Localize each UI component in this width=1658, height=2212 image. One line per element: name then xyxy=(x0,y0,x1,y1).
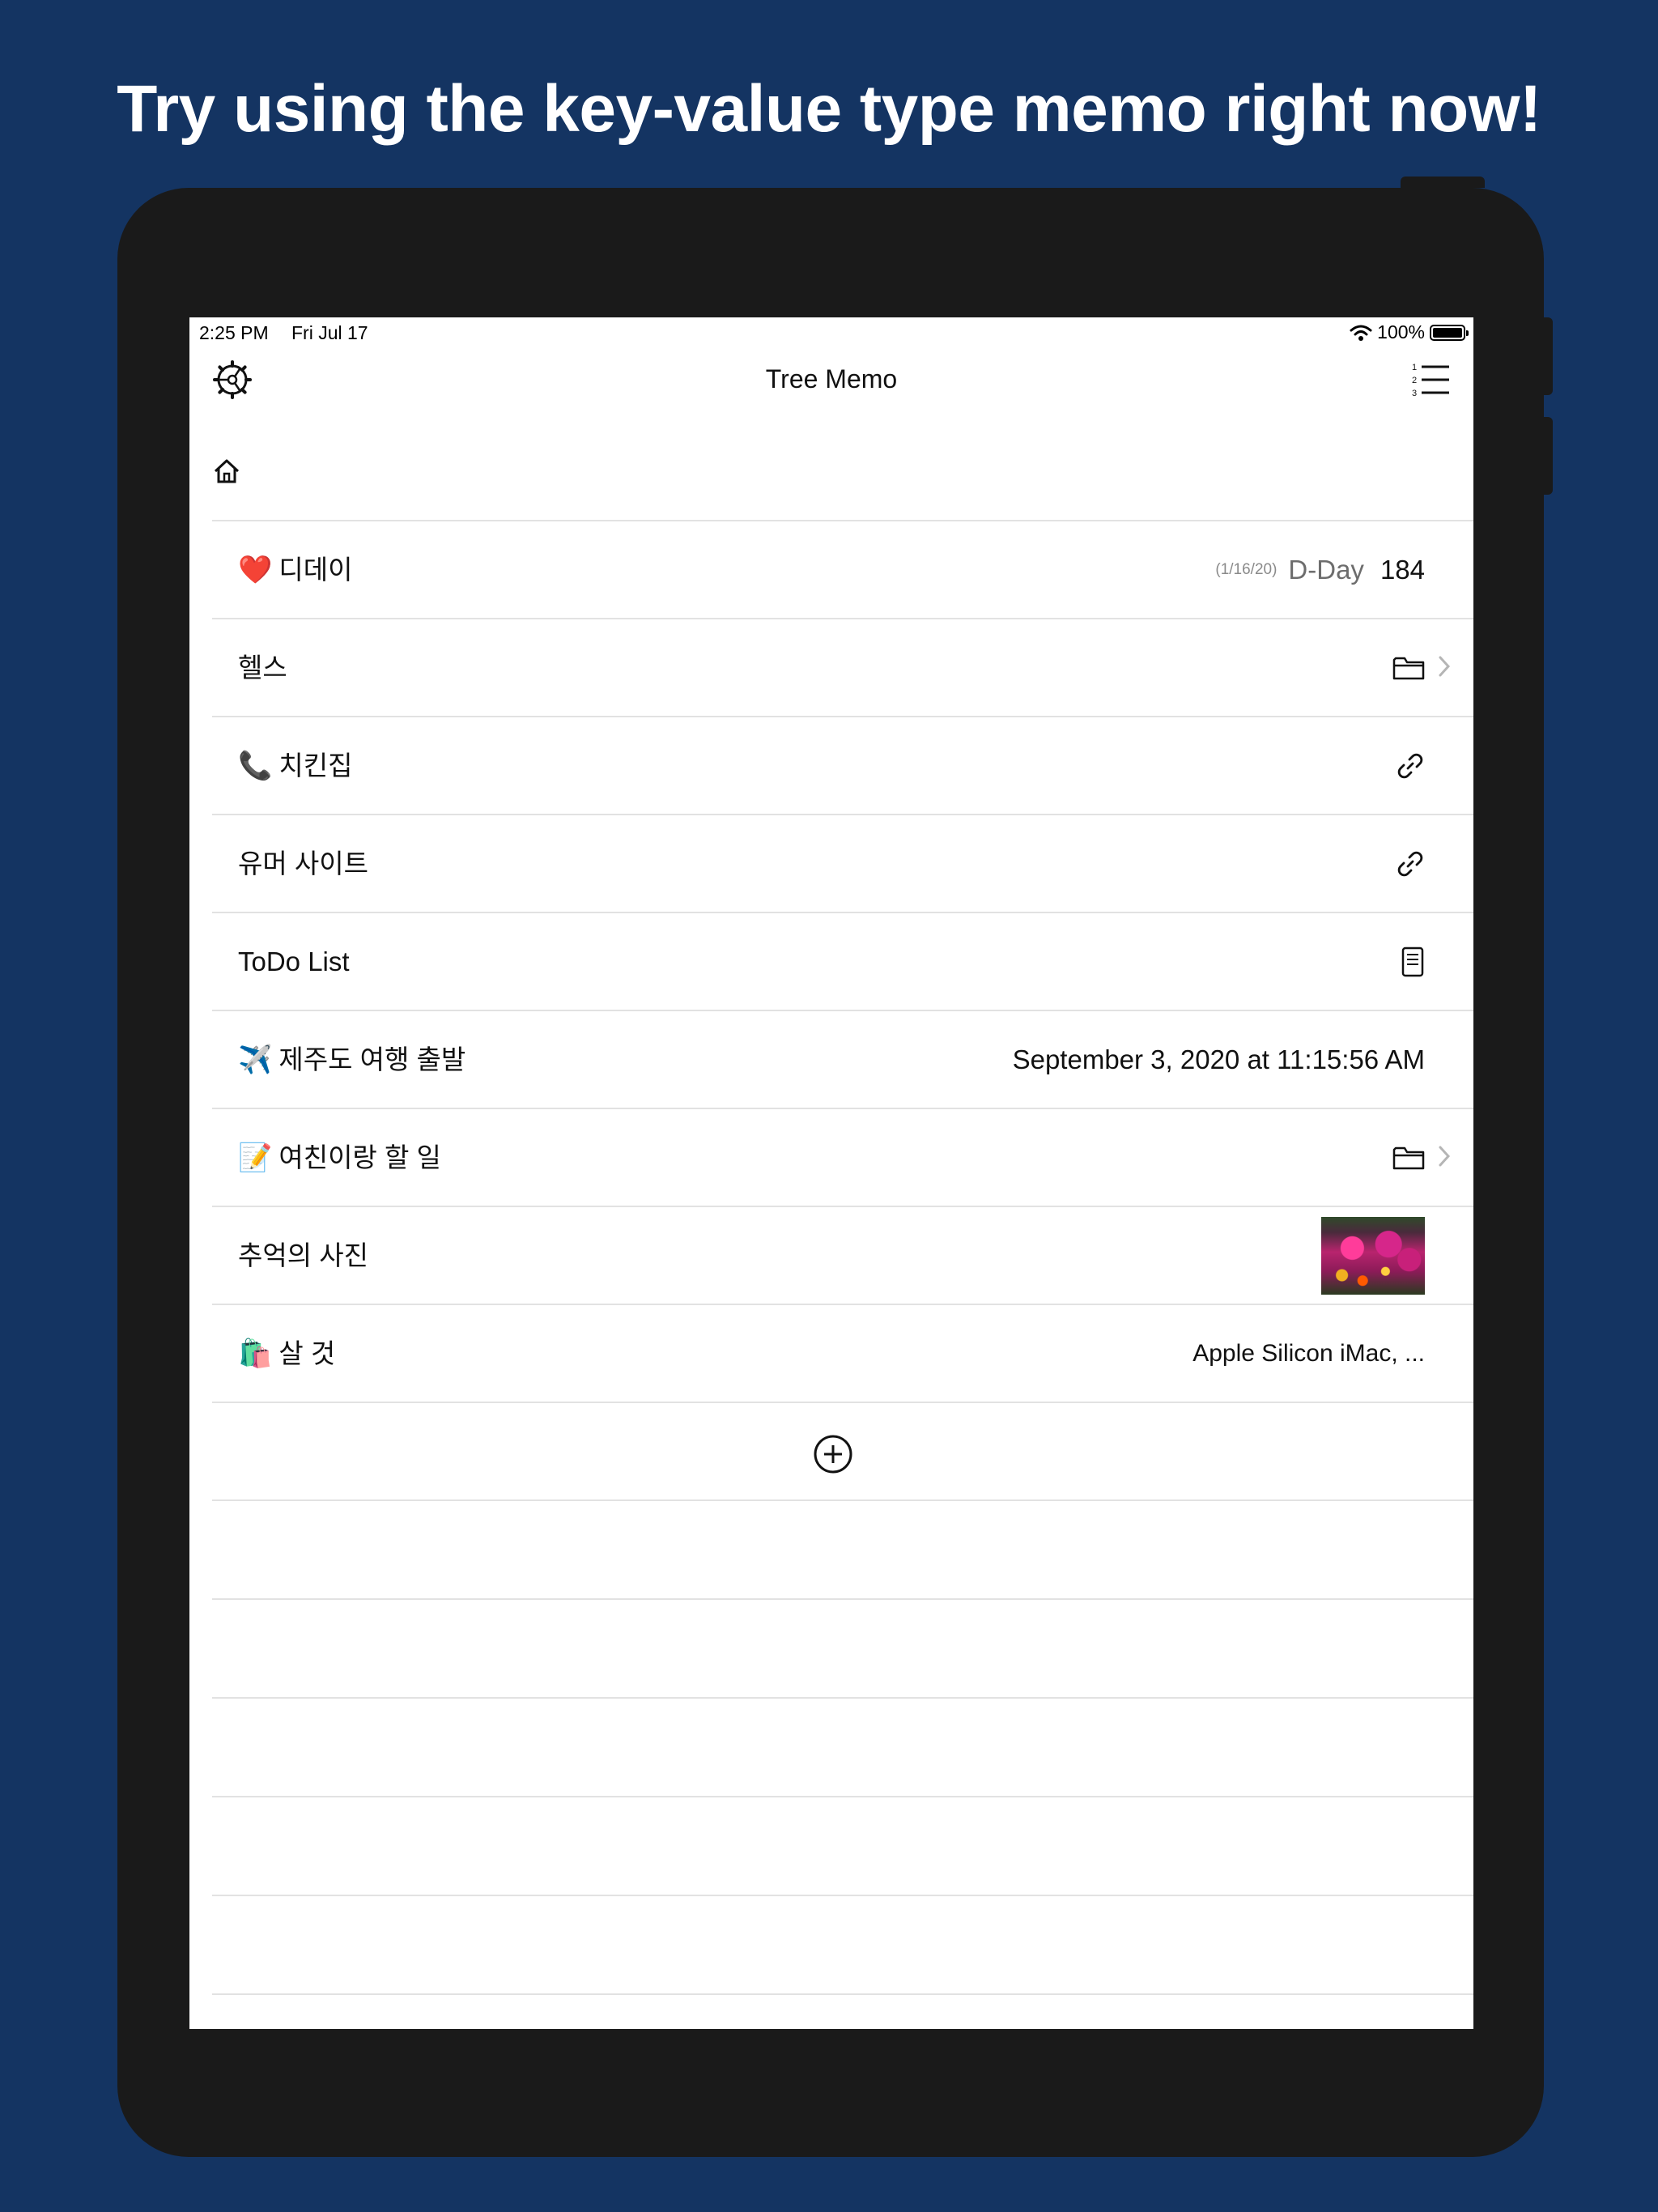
row-value: Apple Silicon iMac, ... xyxy=(1192,1339,1425,1367)
folder-icon xyxy=(1392,1146,1425,1169)
nav-title: Tree Memo xyxy=(765,364,898,393)
list-item[interactable]: ToDo List xyxy=(212,912,1473,1010)
chevron-right-icon xyxy=(1439,1146,1451,1167)
row-key: 제주도 여행 출발 xyxy=(278,1044,466,1074)
memo-emoji: 📝 xyxy=(238,1142,273,1173)
battery-icon xyxy=(1430,324,1469,341)
list-item[interactable]: 📞 치킨집 xyxy=(212,716,1473,814)
wifi-icon xyxy=(1350,325,1372,341)
row-key: 유머 사이트 xyxy=(238,849,368,878)
folder-icon xyxy=(1392,657,1425,679)
list-item[interactable]: 🛍️ 살 것 Apple Silicon iMac, ... xyxy=(212,1304,1473,1402)
row-key: 추억의 사진 xyxy=(238,1240,368,1270)
list-item[interactable]: ✈️ 제주도 여행 출발 September 3, 2020 at 11:15:5… xyxy=(212,1010,1473,1108)
empty-row xyxy=(212,1993,1473,2029)
chevron-right-icon xyxy=(1439,656,1451,677)
empty-row xyxy=(212,1499,1473,1598)
airplane-emoji: ✈️ xyxy=(238,1044,273,1075)
svg-text:2: 2 xyxy=(1412,376,1417,385)
list-item[interactable]: 📝 여친이랑 할 일 xyxy=(212,1108,1473,1206)
row-key: 여친이랑 할 일 xyxy=(278,1142,441,1172)
numbered-list-icon[interactable]: 1 2 3 xyxy=(1412,361,1451,398)
dday-value: 184 xyxy=(1380,554,1425,585)
row-key: ToDo List xyxy=(238,946,350,976)
status-bar: 2:25 PM Fri Jul 17 100% xyxy=(189,317,1473,350)
svg-text:3: 3 xyxy=(1412,389,1417,398)
shopping-bags-emoji: 🛍️ xyxy=(238,1338,273,1369)
empty-row xyxy=(212,1598,1473,1697)
promo-headline: Try using the key-value type memo right … xyxy=(117,72,1541,146)
dday-date: (1/16/20) xyxy=(1215,560,1278,578)
list-item[interactable]: 헬스 xyxy=(212,618,1473,716)
list-item[interactable]: ❤️ 디데이 (1/16/20) D-Day 184 xyxy=(212,520,1473,618)
navigation-bar: Tree Memo 1 2 3 xyxy=(189,350,1473,408)
link-icon xyxy=(1397,753,1423,778)
plus-circle-icon[interactable] xyxy=(813,1434,853,1474)
empty-row xyxy=(212,1796,1473,1895)
empty-row xyxy=(212,1697,1473,1796)
svg-text:1: 1 xyxy=(1412,363,1417,372)
empty-row xyxy=(212,1895,1473,1993)
link-icon xyxy=(1397,851,1423,876)
photo-thumbnail[interactable] xyxy=(1321,1216,1425,1295)
home-icon[interactable] xyxy=(212,457,241,486)
phone-emoji: 📞 xyxy=(238,751,273,781)
device-top-button xyxy=(1401,177,1485,188)
list-item[interactable]: 유머 사이트 xyxy=(212,814,1473,912)
row-value: September 3, 2020 at 11:15:56 AM xyxy=(1012,1044,1425,1074)
row-key: 헬스 xyxy=(238,653,287,683)
heart-emoji: ❤️ xyxy=(238,555,273,585)
dday-label: D-Day xyxy=(1288,554,1364,585)
list-item[interactable]: 추억의 사진 xyxy=(212,1206,1473,1304)
add-row xyxy=(212,1402,1473,1499)
memo-list: ❤️ 디데이 (1/16/20) D-Day 184 헬스 📞 치킨집 유머 사… xyxy=(212,520,1473,2029)
row-key: 디데이 xyxy=(278,555,353,585)
status-date: Fri Jul 17 xyxy=(291,322,368,343)
battery-percent: 100% xyxy=(1377,321,1425,342)
app-screen: 2:25 PM Fri Jul 17 100% Tree Memo 1 2 3 … xyxy=(189,317,1473,2029)
row-key: 살 것 xyxy=(278,1338,336,1368)
status-time: 2:25 PM xyxy=(199,322,269,343)
note-icon xyxy=(1401,946,1424,976)
row-key: 치킨집 xyxy=(278,751,353,781)
